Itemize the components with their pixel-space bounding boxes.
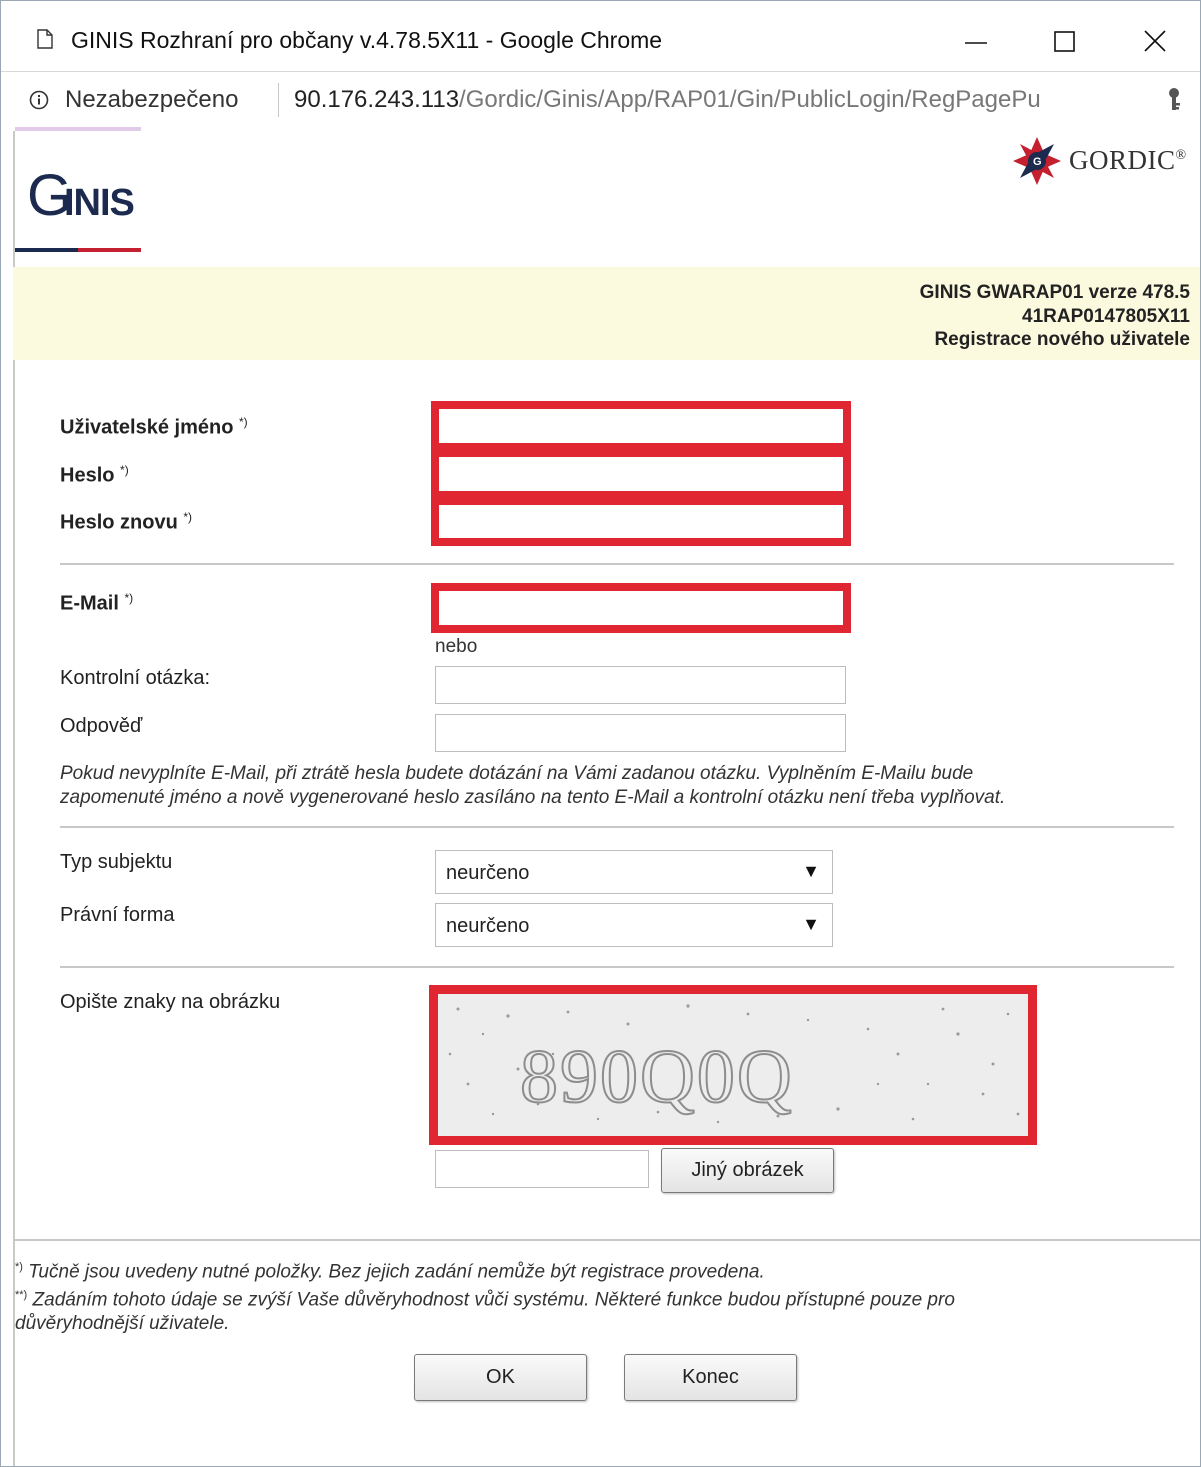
browser-window: GINIS Rozhraní pro občany v.4.78.5X11 - … — [0, 0, 1201, 1467]
email-note-line1: Pokud nevyplníte E-Mail, při ztrátě hesl… — [60, 763, 974, 784]
gordic-logo-icon: G — [1013, 137, 1061, 185]
footer-note-trust: **) Zadáním tohoto údaje se zvýší Vaše d… — [15, 1289, 955, 1311]
password-label: Heslo *) — [60, 463, 129, 488]
answer-input[interactable] — [435, 714, 846, 752]
highlight-divider — [439, 491, 843, 505]
email-note-line2: zapomenuté jméno a nově vygenerované hes… — [60, 787, 1006, 808]
footer-note-trust-line2: důvěryhodnější uživatele. — [15, 1313, 230, 1334]
maximize-icon[interactable] — [1045, 23, 1085, 59]
control-question-input[interactable] — [435, 666, 846, 704]
username-label-text: Uživatelské jméno — [60, 416, 234, 439]
info-icon[interactable] — [29, 90, 49, 110]
info-band: GINIS GWARAP01 verze 478.5 41RAP0147805X… — [13, 267, 1200, 360]
legal-form-select[interactable]: neurčeno ▼ — [435, 903, 833, 947]
gordic-name: GORDIC — [1069, 145, 1176, 175]
key-icon[interactable] — [1163, 87, 1185, 113]
footer-note-required: *) Tučně jsou uvedeny nutné položky. Bez… — [15, 1261, 765, 1283]
ok-button[interactable]: OK — [414, 1354, 587, 1401]
footer-divider — [13, 1239, 1200, 1241]
section-divider — [60, 563, 1174, 565]
section-divider — [60, 966, 1174, 968]
page-title: Registrace nového uživatele — [934, 329, 1190, 350]
dropdown-arrow-icon: ▼ — [802, 914, 820, 934]
control-question-label: Kontrolní otázka: — [60, 667, 211, 689]
email-label: E-Mail *) — [60, 591, 133, 616]
url-path: /Gordic/Ginis/App/RAP01/Gin/PublicLogin/… — [459, 86, 1041, 113]
required-mark: *) — [124, 591, 134, 605]
minimize-icon[interactable] — [955, 23, 995, 59]
subject-type-label: Typ subjektu — [60, 851, 173, 873]
password-again-input[interactable] — [441, 507, 841, 537]
captcha-input[interactable] — [435, 1150, 649, 1188]
password-again-label: Heslo znovu *) — [60, 510, 192, 535]
version-line: GINIS GWARAP01 verze 478.5 — [919, 282, 1190, 303]
url-host: 90.176.243.113 — [294, 86, 460, 113]
email-label-text: E-Mail — [60, 592, 119, 615]
end-button[interactable]: Konec — [624, 1354, 797, 1401]
footer-note-required-text: Tučně jsou uvedeny nutné položky. Bez je… — [28, 1261, 765, 1283]
gordic-logo-text: GORDIC® — [1069, 145, 1187, 176]
highlight-divider — [439, 443, 843, 457]
required-mark: *) — [183, 510, 193, 524]
ginis-logo: G INIS — [27, 163, 135, 221]
svg-text:INIS: INIS — [64, 182, 134, 221]
legal-form-value: neurčeno — [446, 915, 530, 937]
username-input[interactable] — [441, 411, 841, 441]
url-field[interactable]: 90.176.243.113/Gordic/Ginis/App/RAP01/Gi… — [294, 86, 1041, 114]
address-separator — [278, 83, 279, 117]
svg-text:G: G — [1033, 156, 1042, 168]
answer-label: Odpověď — [60, 715, 143, 737]
password-again-label-text: Heslo znovu — [60, 511, 178, 534]
required-mark: *) — [238, 415, 248, 429]
build-line: 41RAP0147805X11 — [1022, 306, 1190, 327]
captcha-text: 890Q0Q — [520, 1035, 794, 1119]
or-text: nebo — [435, 636, 478, 657]
captcha-noise: 890Q0Q — [438, 994, 1028, 1136]
section-divider — [60, 826, 1174, 828]
security-label[interactable]: Nezabezpečeno — [65, 86, 238, 114]
password-input[interactable] — [441, 459, 841, 489]
close-icon[interactable] — [1135, 23, 1175, 59]
password-label-text: Heslo — [60, 464, 115, 487]
captcha-label: Opište znaky na obrázku — [60, 991, 281, 1013]
window-title: GINIS Rozhraní pro občany v.4.78.5X11 - … — [71, 27, 663, 53]
other-image-button[interactable]: Jiný obrázek — [661, 1148, 834, 1193]
subject-type-value: neurčeno — [446, 862, 530, 884]
subject-type-select[interactable]: neurčeno ▼ — [435, 850, 833, 894]
gordic-registered-mark: ® — [1175, 148, 1187, 163]
dropdown-arrow-icon: ▼ — [802, 861, 820, 881]
note-mark: *) — [15, 1261, 23, 1273]
captcha-image: 890Q0Q — [429, 985, 1037, 1145]
title-bar: GINIS Rozhraní pro občany v.4.78.5X11 - … — [1, 1, 1200, 71]
ginis-logo-line — [15, 248, 141, 252]
required-mark: *) — [120, 463, 129, 477]
footer-note-trust-text: Zadáním tohoto údaje se zvýší Vaše důvěr… — [32, 1289, 955, 1311]
legal-form-label: Právní forma — [60, 904, 175, 926]
email-input[interactable] — [441, 593, 841, 623]
username-label: Uživatelské jméno *) — [60, 415, 248, 440]
note-mark: **) — [15, 1289, 28, 1301]
document-icon — [37, 29, 53, 49]
